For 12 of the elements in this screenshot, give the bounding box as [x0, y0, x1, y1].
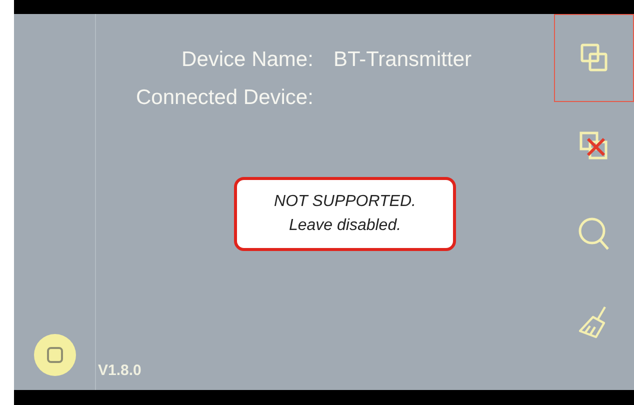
callout-text: NOT SUPPORTED. — [274, 192, 416, 212]
search-icon — [578, 217, 610, 251]
version-text: V1.8.0 — [98, 360, 142, 380]
square-icon — [46, 347, 62, 363]
squares-with-cross-icon — [579, 131, 609, 161]
device-name-value: BT-Transmitter — [333, 47, 472, 73]
device-name-label: Device Name: — [180, 47, 314, 73]
callout-text: Leave disabled. — [288, 216, 402, 236]
home-button[interactable] — [34, 334, 76, 376]
overlapping-squares-icon — [580, 43, 608, 73]
connected-device-label: Connected Device: — [136, 84, 314, 110]
sidebar-button[interactable] — [554, 14, 634, 102]
